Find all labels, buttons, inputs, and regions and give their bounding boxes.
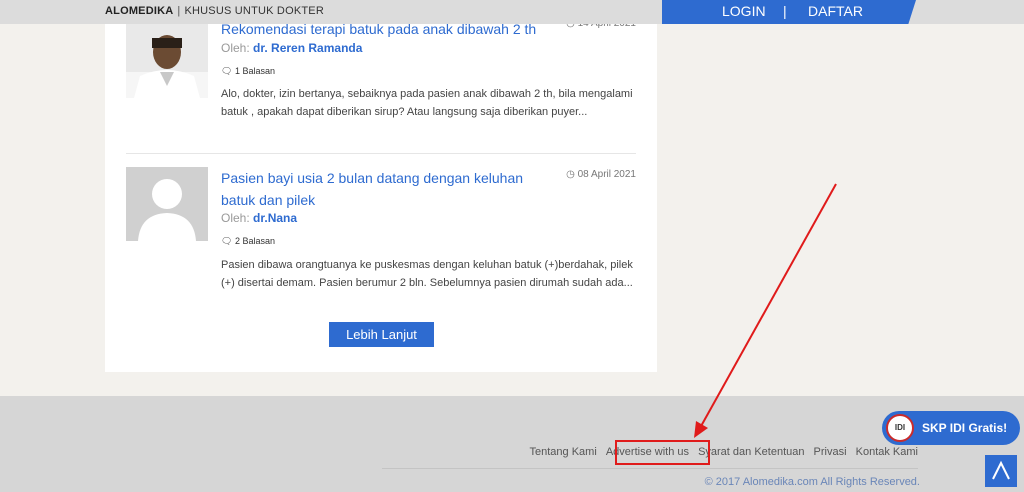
replies-count: 1 Balasan <box>234 66 275 76</box>
post-replies: 🗨 1 Balasan <box>221 66 275 77</box>
skp-label: SKP IDI Gratis! <box>922 421 1008 435</box>
register-link[interactable]: DAFTAR <box>808 3 863 19</box>
author-link[interactable]: dr.Nana <box>253 211 297 225</box>
post-author: Oleh: dr.Nana <box>221 211 297 225</box>
author-link[interactable]: dr. Reren Ramanda <box>253 41 362 55</box>
login-link[interactable]: LOGIN <box>722 3 766 19</box>
brand[interactable]: ALOMEDIKA | KHUSUS UNTUK DOKTER <box>105 5 324 17</box>
post-item: Pasien bayi usia 2 bulan datang dengan k… <box>126 167 636 317</box>
footer-link-about[interactable]: Tentang Kami <box>530 446 597 458</box>
footer: Tentang Kami Advertise with us Syarat da… <box>0 396 1024 492</box>
more-button[interactable]: Lebih Lanjut <box>329 322 434 347</box>
idi-badge-icon: IDI <box>886 414 914 442</box>
post-replies: 🗨 2 Balasan <box>221 236 275 247</box>
post-author: Oleh: dr. Reren Ramanda <box>221 41 362 55</box>
author-avatar[interactable] <box>126 167 208 241</box>
discussion-card: Rekomendasi terapi batuk pada anak dibaw… <box>105 0 657 372</box>
footer-divider <box>382 468 918 469</box>
brand-tagline: KHUSUS UNTUK DOKTER <box>184 5 324 17</box>
author-avatar[interactable] <box>126 24 208 98</box>
post-title[interactable]: Pasien bayi usia 2 bulan datang dengan k… <box>221 167 556 211</box>
skp-idi-button[interactable]: IDI SKP IDI Gratis! <box>882 411 1020 445</box>
footer-link-terms[interactable]: Syarat dan Ketentuan <box>698 446 804 458</box>
footer-links: Tentang Kami Advertise with us Syarat da… <box>524 446 918 458</box>
chevron-up-icon <box>992 460 1010 480</box>
author-prefix: Oleh: <box>221 41 250 55</box>
author-prefix: Oleh: <box>221 211 250 225</box>
top-bar: ALOMEDIKA | KHUSUS UNTUK DOKTER LOGIN | DA… <box>0 0 1024 24</box>
post-excerpt: Pasien dibawa orangtuanya ke puskesmas d… <box>221 259 633 289</box>
brand-name: ALOMEDIKA <box>105 5 174 17</box>
replies-count: 2 Balasan <box>234 236 275 246</box>
annotation-highlight-box <box>615 440 710 465</box>
footer-link-contact[interactable]: Kontak Kami <box>856 446 918 458</box>
brand-separator: | <box>177 5 181 17</box>
post-excerpt: Alo, dokter, izin bertanya, sebaiknya pa… <box>221 88 633 118</box>
post-date: ◷ 08 April 2021 <box>566 169 636 180</box>
post-divider <box>126 153 636 154</box>
scroll-top-button[interactable] <box>985 455 1017 487</box>
copyright: © 2017 Alomedika.com All Rights Reserved… <box>704 476 920 488</box>
clock-icon: ◷ <box>566 169 575 180</box>
auth-box: LOGIN | DAFTAR <box>662 0 916 24</box>
comment-icon: 🗨 <box>221 66 233 76</box>
comment-icon: 🗨 <box>221 236 233 246</box>
auth-separator: | <box>783 3 787 19</box>
footer-link-privacy[interactable]: Privasi <box>814 446 847 458</box>
post-date-text: 08 April 2021 <box>577 169 636 180</box>
